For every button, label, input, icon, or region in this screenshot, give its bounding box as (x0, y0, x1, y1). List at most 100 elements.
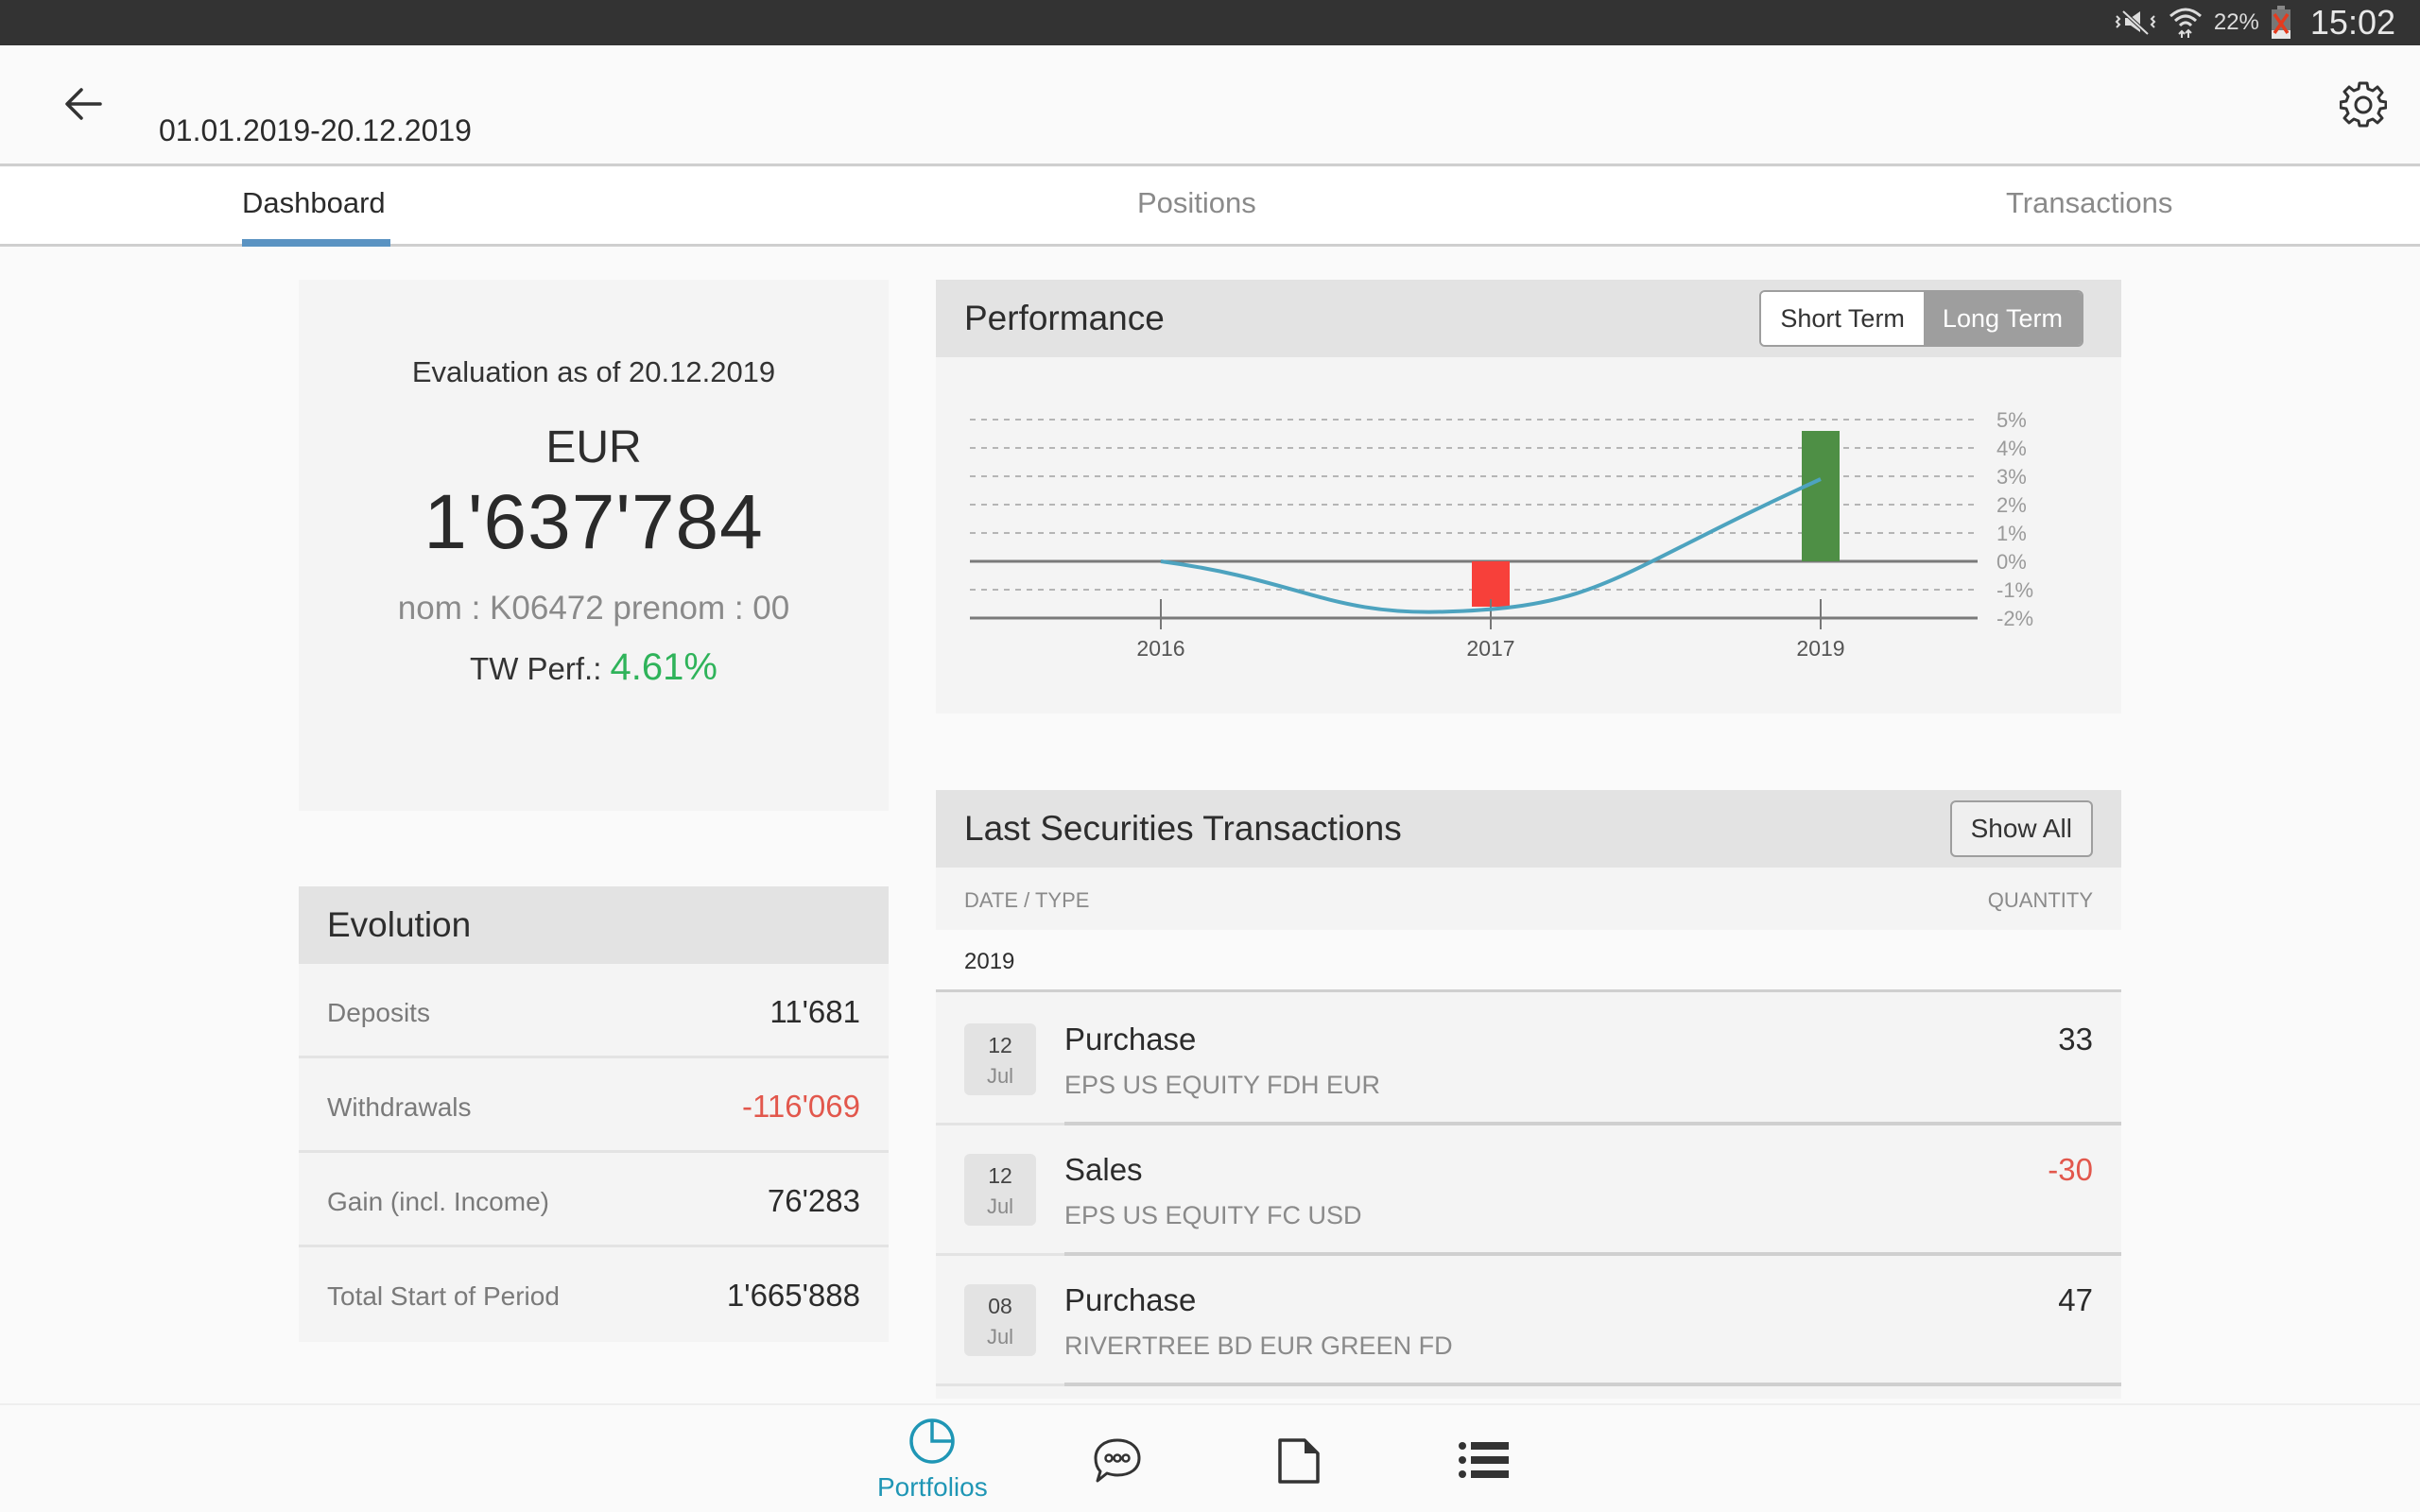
nav-portfolios[interactable]: Portfolios (877, 1417, 988, 1503)
evolution-title: Evolution (327, 905, 472, 944)
date-day: 08 (988, 1294, 1012, 1318)
bar-2019 (1802, 431, 1840, 561)
date-badge: 12 Jul (964, 1154, 1036, 1226)
x-tick-label: 2017 (1466, 636, 1514, 661)
y-tick-label: 2% (1996, 493, 2027, 517)
transaction-type: Purchase (1064, 1282, 1197, 1317)
short-term-button[interactable]: Short Term (1761, 292, 1924, 345)
active-tab-indicator (242, 239, 390, 247)
column-quantity: QUANTITY (1987, 888, 2093, 912)
evolution-header: Evolution (299, 886, 889, 964)
year-label: 2019 (964, 949, 1015, 974)
y-tick-label: 5% (1996, 408, 2027, 432)
transaction-row[interactable]: 12 Jul Sales EPS US EQUITY FC USD -30 (936, 1125, 2121, 1256)
date-day: 12 (988, 1163, 1012, 1188)
tab-dashboard[interactable]: Dashboard (242, 186, 390, 247)
performance-title: Performance (964, 299, 1165, 337)
security-name: EPS US EQUITY FDH EUR (1064, 1071, 1381, 1099)
tw-performance-value: 4.61% (610, 646, 717, 688)
evaluation-card: Evaluation as of 20.12.2019 EUR 1'637'78… (299, 280, 889, 811)
period-range: 01.01.2019-20.12.2019 (159, 113, 472, 147)
evaluation-title: Evaluation as of 20.12.2019 (411, 355, 776, 388)
security-name: RIVERTREE BD EUR GREEN FD (1064, 1332, 1453, 1360)
tw-performance-label: TW Perf.: (470, 651, 602, 686)
transactions-title: Last Securities Transactions (964, 809, 1402, 848)
long-term-button[interactable]: Long Term (1923, 292, 2082, 345)
evolution-card: Evolution Deposits 11'681 Withdrawals -1… (299, 886, 889, 1342)
evolution-row-gain: Gain (incl. Income) 76'283 (299, 1153, 889, 1247)
row-divider (936, 1383, 1064, 1386)
chat-bubble-icon (1093, 1437, 1142, 1489)
clock: 15:02 (2309, 3, 2395, 42)
tab-label: Transactions (2006, 186, 2173, 219)
settings-button[interactable] (2335, 77, 2392, 134)
transaction-type: Purchase (1064, 1022, 1197, 1057)
tab-positions[interactable]: Positions (1137, 186, 1256, 247)
evolution-value: 76'283 (767, 1183, 860, 1218)
evolution-label: Deposits (327, 998, 430, 1027)
gear-icon (2339, 80, 2388, 132)
show-all-button[interactable]: Show All (1949, 800, 2093, 857)
transaction-quantity: 47 (2058, 1282, 2093, 1317)
date-badge: 12 Jul (964, 1023, 1036, 1095)
status-bar: 22% 15:02 (0, 0, 2420, 45)
bottom-navigation: Portfolios (0, 1403, 2420, 1512)
document-icon (1276, 1437, 1322, 1489)
evolution-row-deposits: Deposits 11'681 (299, 964, 889, 1058)
tab-label: Dashboard (242, 186, 386, 219)
transaction-type: Sales (1064, 1152, 1143, 1187)
evolution-row-total-start: Total Start of Period 1'665'888 (299, 1247, 889, 1342)
app-bar: 01.01.2019-20.12.2019 (0, 45, 2420, 166)
performance-chart: 5% 4% 3% 2% 1% 0% -1% -2% 2016 2017 2019 (970, 408, 2033, 661)
tab-transactions[interactable]: Transactions (2006, 186, 2172, 247)
date-month: Jul (986, 1325, 1014, 1349)
x-tick-label: 2019 (1796, 636, 1844, 661)
evolution-value: 11'681 (769, 994, 860, 1029)
evolution-label: Withdrawals (327, 1092, 472, 1122)
evolution-value: -116'069 (742, 1089, 860, 1124)
x-tick-label: 2016 (1136, 636, 1184, 661)
y-tick-label: 1% (1996, 522, 2027, 545)
transaction-quantity: -30 (2048, 1152, 2093, 1187)
wifi-icon (2169, 7, 2203, 39)
y-tick-label: -2% (1996, 607, 2033, 630)
nav-messages[interactable] (1093, 1437, 1142, 1489)
evaluation-amount: 1'637'784 (424, 479, 764, 565)
y-tick-label: 0% (1996, 550, 2027, 574)
column-date-type: DATE / TYPE (964, 888, 1090, 912)
date-badge: 08 Jul (964, 1284, 1036, 1356)
battery-percent: 22% (2213, 9, 2259, 35)
performance-header: Performance Short Term Long Term (936, 280, 2121, 357)
row-divider (1064, 1383, 2121, 1386)
evolution-label: Gain (incl. Income) (327, 1187, 549, 1216)
arrow-left-icon (64, 87, 102, 126)
y-tick-label: 4% (1996, 437, 2027, 460)
transactions-column-header: DATE / TYPE QUANTITY (936, 868, 2121, 930)
nav-documents[interactable] (1276, 1437, 1322, 1489)
date-month: Jul (986, 1064, 1014, 1088)
transaction-row[interactable]: 08 Jul Purchase RIVERTREE BD EUR GREEN F… (936, 1256, 2121, 1386)
transaction-row[interactable]: 12 Jul Purchase EPS US EQUITY FDH EUR 33 (936, 995, 2121, 1125)
tab-label: Positions (1137, 186, 1256, 219)
evolution-value: 1'665'888 (726, 1278, 860, 1313)
battery-icon (2271, 6, 2291, 40)
performance-card: Performance Short Term Long Term 5% 4% 3% 2… (936, 280, 2121, 713)
evolution-row-withdrawals: Withdrawals -116'069 (299, 1058, 889, 1153)
list-icon (1458, 1441, 1509, 1484)
evaluation-currency: EUR (545, 422, 642, 472)
nav-list[interactable] (1458, 1441, 1509, 1484)
client-identifier: nom : K06472 prenom : 00 (397, 590, 790, 627)
transactions-card: Last Securities Transactions Show All DA… (936, 790, 2121, 1399)
transactions-header: Last Securities Transactions Show All (936, 790, 2121, 868)
date-month: Jul (986, 1194, 1014, 1218)
tab-bar: Dashboard Positions Transactions (0, 167, 2420, 247)
back-button[interactable] (59, 81, 108, 130)
nav-label: Portfolios (877, 1472, 988, 1502)
y-tick-label: -1% (1996, 578, 2033, 602)
transaction-quantity: 33 (2058, 1022, 2093, 1057)
security-name: EPS US EQUITY FC USD (1064, 1201, 1362, 1229)
tw-performance: TW Perf.: 4.61% (299, 646, 889, 689)
y-tick-label: 3% (1996, 465, 2027, 489)
year-group-header: 2019 (936, 930, 2121, 992)
term-toggle: Short Term Long Term (1759, 290, 2083, 347)
